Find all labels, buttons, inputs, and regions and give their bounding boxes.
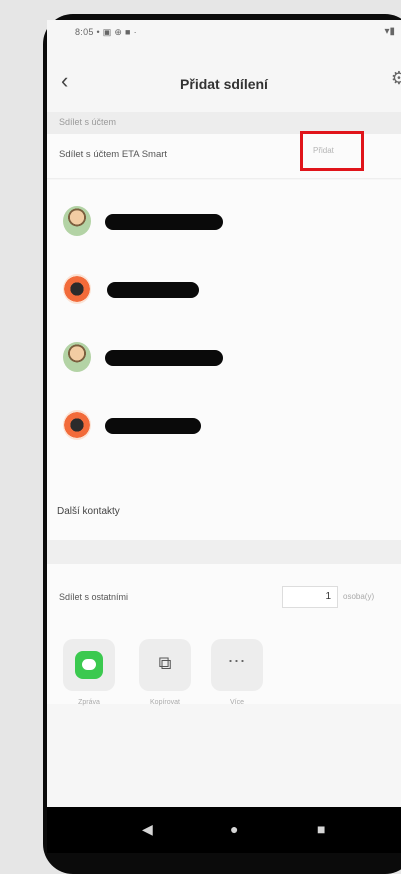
share-copy-button[interactable]: ⧉ Kopírovat: [137, 639, 193, 706]
contact-list: Další kontakty: [47, 180, 401, 540]
redacted-name: [107, 282, 199, 298]
avatar: [63, 274, 91, 304]
add-share-button[interactable]: Přidat: [300, 131, 364, 171]
more-icon: ⋯: [227, 651, 247, 671]
section-divider: [47, 540, 401, 564]
section-header-label: Sdílet s účtem: [59, 117, 117, 127]
page-title: Přidat sdílení: [180, 76, 268, 92]
person-count-input[interactable]: 1: [282, 586, 338, 608]
avatar: [63, 206, 91, 236]
redacted-name: [105, 214, 223, 230]
share-message-label: Zpráva: [78, 699, 100, 706]
nav-home-icon[interactable]: ●: [230, 821, 238, 837]
status-bar: 8:05 • ▣ ⊕ ■ · ▾▮: [47, 20, 401, 56]
more-contacts-label: Další kontakty: [57, 506, 120, 517]
share-more-label: Více: [229, 699, 244, 706]
more-contacts-row[interactable]: Další kontakty: [47, 490, 401, 540]
status-time: 8:05 • ▣ ⊕ ■ ·: [75, 27, 137, 37]
share-copy-tile: ⧉: [139, 639, 191, 691]
navigation-bar: ‹ Přidat sdílení ⚙: [47, 56, 401, 112]
status-icons-right: ▾▮: [384, 26, 395, 37]
share-message-button[interactable]: Zpráva: [61, 639, 117, 706]
avatar: [63, 410, 91, 440]
share-others-section: Sdílet s ostatními 1 osoba(y) Zpráva ⧉ K…: [47, 564, 401, 706]
share-more-button[interactable]: ⋯ Více: [209, 639, 265, 706]
system-navigation-bar: ◀ ● ■: [47, 807, 401, 853]
share-others-label: Sdílet s ostatními: [59, 592, 129, 602]
contact-row[interactable]: [47, 326, 401, 388]
contact-row[interactable]: [47, 394, 401, 456]
status-icons-left: • ▣ ⊕ ■ ·: [96, 27, 137, 37]
contact-row[interactable]: [47, 258, 401, 320]
message-icon: [75, 651, 103, 679]
redacted-name: [105, 350, 223, 366]
share-copy-label: Kopírovat: [150, 699, 180, 706]
share-more-tile: ⋯: [211, 639, 263, 691]
redacted-name: [105, 418, 201, 434]
share-message-tile: [63, 639, 115, 691]
share-account-label: Sdílet s účtem ETA Smart: [59, 149, 168, 160]
contact-row[interactable]: [47, 190, 401, 252]
nav-recents-icon[interactable]: ■: [317, 821, 325, 837]
settings-icon[interactable]: ⚙: [391, 68, 401, 89]
add-share-label: Přidat: [313, 146, 334, 155]
person-count-unit: osoba(y): [343, 592, 375, 601]
nav-back-icon[interactable]: ◀: [142, 821, 153, 838]
avatar: [63, 342, 91, 372]
copy-icon: ⧉: [158, 653, 172, 673]
